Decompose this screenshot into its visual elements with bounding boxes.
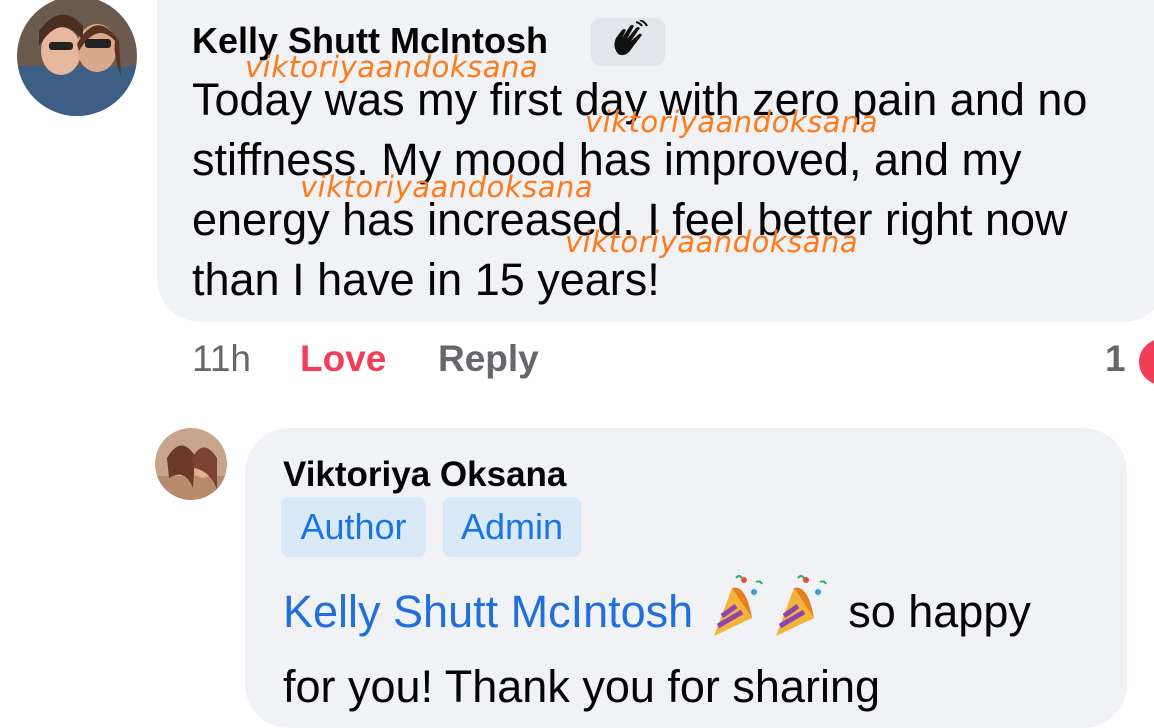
watermark: viktoriyaandoksana (300, 170, 594, 204)
reply-text-line2: for you! Thank you for sharing (283, 661, 880, 712)
love-reaction-icon (1136, 336, 1154, 388)
reply-author-name[interactable]: Viktoriya Oksana (283, 455, 566, 495)
watermark: viktoriyaandoksana (585, 105, 879, 139)
reply-text: Kelly Shutt McIntosh so happy for you! T… (283, 574, 1113, 718)
watermark: viktoriyaandoksana (565, 225, 859, 259)
reply-author-avatar[interactable] (155, 428, 227, 500)
reply-text-continued: so happy (835, 585, 1031, 637)
reply-button[interactable]: Reply (438, 338, 539, 380)
top-fan-badge[interactable] (591, 18, 665, 66)
party-popper-icon (706, 574, 836, 656)
comment-timestamp[interactable]: 11h (192, 338, 251, 380)
love-reaction-button[interactable]: Love (300, 338, 386, 380)
mention-link[interactable]: Kelly Shutt McIntosh (283, 586, 693, 637)
reaction-count[interactable]: 1 (1105, 338, 1126, 380)
commenter-avatar[interactable] (17, 0, 137, 116)
admin-badge: Admin (443, 497, 581, 557)
author-badge: Author (281, 497, 426, 557)
wave-hand-icon (606, 18, 650, 65)
watermark: viktoriyaandoksana (245, 50, 539, 84)
